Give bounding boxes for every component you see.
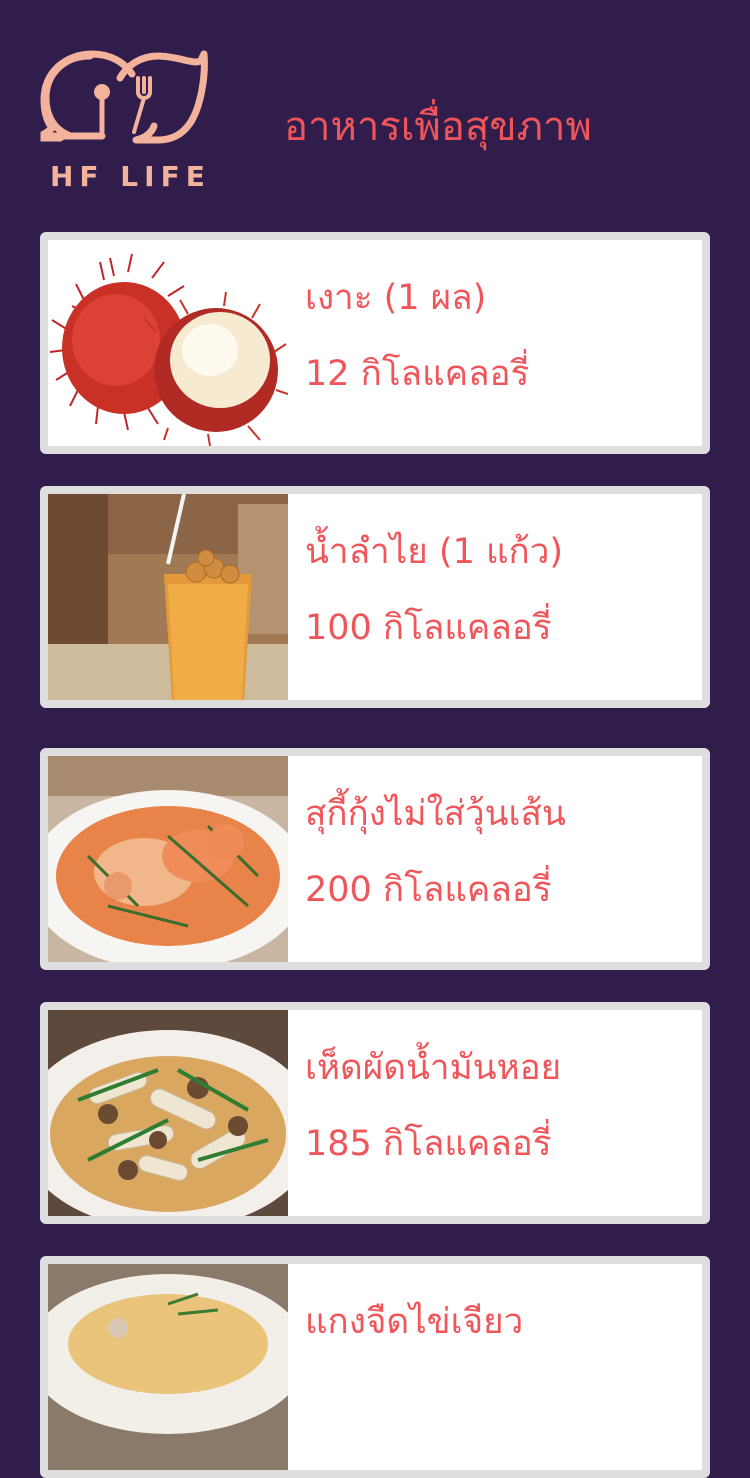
page-title: อาหารเพื่อสุขภาพ (284, 104, 592, 150)
food-image (48, 1264, 288, 1470)
food-card-omelette-soup[interactable]: แกงจืดไข่เจียว (40, 1256, 710, 1478)
food-card-shrimp-suki[interactable]: สุกี้กุ้งไม่ใส่วุ้นเส้น 200 กิโลแคลอรี่ (40, 748, 710, 970)
food-card-longan-drink[interactable]: น้ำลำไย (1 แก้ว) 100 กิโลแคลอรี่ (40, 486, 710, 708)
food-card-mushroom-stirfry[interactable]: เห็ดผัดน้ำมันหอย 185 กิโลแคลอรี่ (40, 1002, 710, 1224)
food-calories: 185 กิโลแคลอรี่ (305, 1124, 552, 1164)
food-image (48, 240, 288, 446)
food-image (48, 494, 288, 700)
shrimp-suki-photo (48, 756, 288, 962)
logo-text: HF LIFE (50, 160, 211, 193)
rambutan-photo (48, 240, 288, 446)
food-name: แกงจืดไข่เจียว (305, 1302, 524, 1342)
app-header: HF LIFE อาหารเพื่อสุขภาพ (0, 0, 750, 232)
food-name: เห็ดผัดน้ำมันหอย (305, 1048, 562, 1088)
food-calories: 12 กิโลแคลอรี่ (305, 354, 530, 394)
mushroom-stirfry-photo (48, 1010, 288, 1216)
food-name: น้ำลำไย (1 แก้ว) (305, 532, 564, 572)
food-name: เงาะ (1 ผล) (305, 278, 487, 318)
food-calories: 100 กิโลแคลอรี่ (305, 608, 552, 648)
chat-bubble-spoon-fork-icon (40, 50, 208, 144)
food-name: สุกี้กุ้งไม่ใส่วุ้นเส้น (305, 794, 566, 834)
food-image (48, 1010, 288, 1216)
omelette-soup-photo (48, 1264, 288, 1470)
food-card-rambutan[interactable]: เงาะ (1 ผล) 12 กิโลแคลอรี่ (40, 232, 710, 454)
food-calories: 200 กิโลแคลอรี่ (305, 870, 552, 910)
longan-drink-photo (48, 494, 288, 700)
food-image (48, 756, 288, 962)
